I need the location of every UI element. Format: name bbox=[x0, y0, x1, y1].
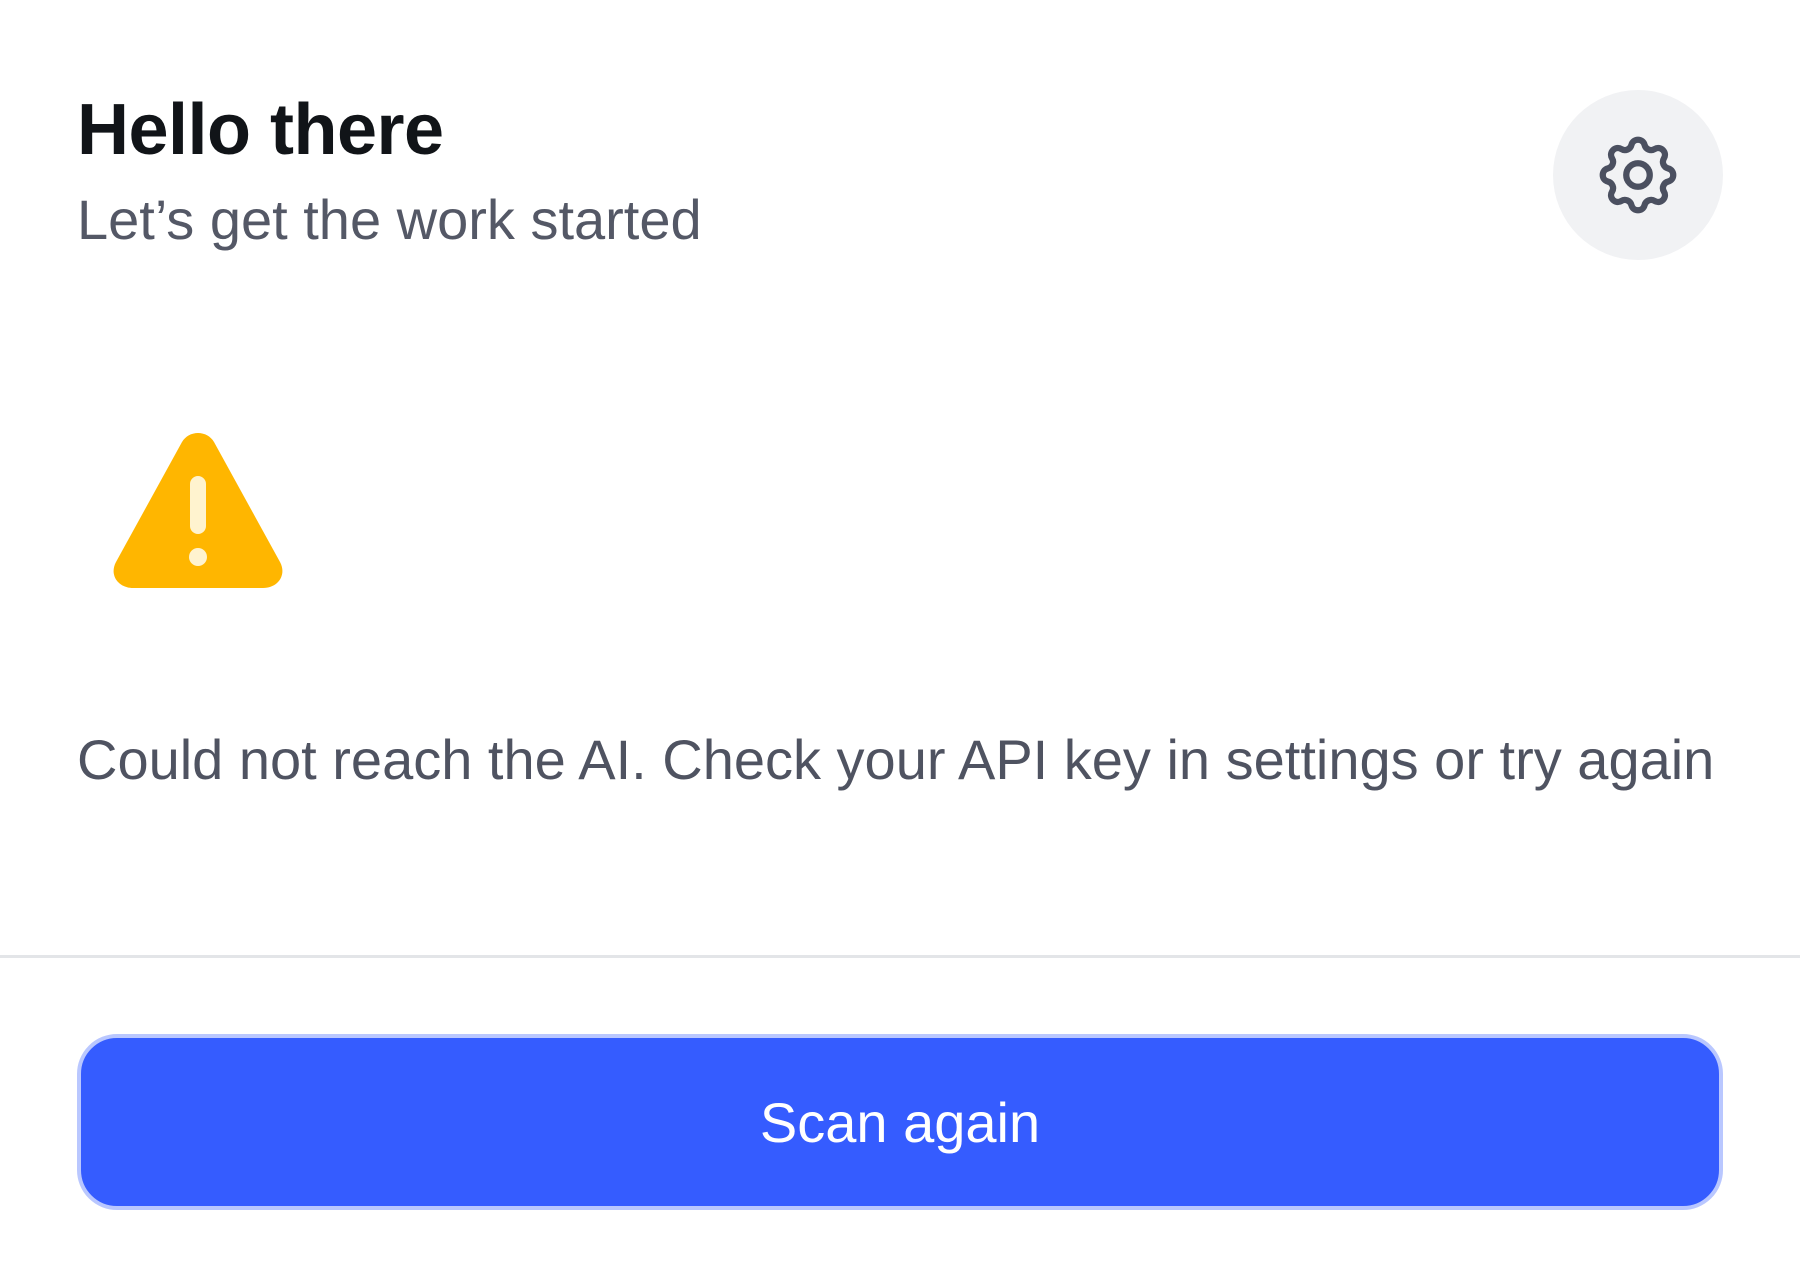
settings-button[interactable] bbox=[1553, 90, 1723, 260]
gear-icon bbox=[1591, 128, 1685, 222]
page-subtitle: Let’s get the work started bbox=[77, 188, 702, 251]
scan-again-button[interactable]: Scan again bbox=[77, 1034, 1723, 1210]
page-title: Hello there bbox=[77, 90, 444, 170]
divider bbox=[0, 955, 1800, 958]
header: Hello there Let’s get the work started bbox=[77, 88, 1077, 254]
error-message: Could not reach the AI. Check your API k… bbox=[77, 728, 1715, 791]
warning-icon bbox=[110, 430, 286, 588]
main-panel: Hello there Let’s get the work started C… bbox=[0, 0, 1800, 1288]
